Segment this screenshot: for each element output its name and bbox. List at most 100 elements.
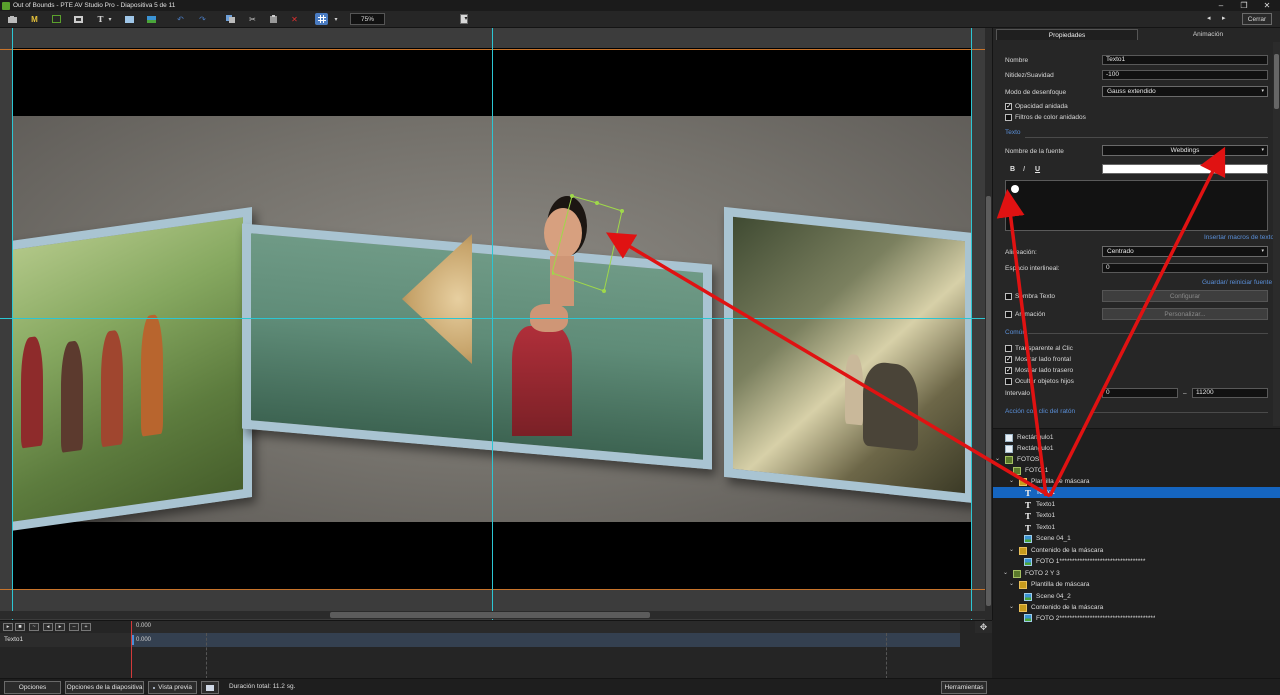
delete-icon[interactable]: ✕ bbox=[288, 13, 301, 25]
hide-children-label: Ocultar objetos hijos bbox=[1015, 378, 1074, 385]
move-icon[interactable]: ✥ bbox=[975, 621, 992, 633]
grid-dropdown-icon[interactable]: ▾ bbox=[332, 13, 340, 25]
grid-icon[interactable] bbox=[315, 13, 328, 25]
timeline-ruler[interactable] bbox=[131, 621, 960, 633]
text-dropdown-icon[interactable]: ▾ bbox=[106, 13, 114, 25]
canvas-horizontal-scrollbar[interactable] bbox=[0, 611, 985, 619]
slide-options-button[interactable]: Opciones de la diapositiva bbox=[65, 681, 144, 694]
tree-node[interactable]: ⌄ Contenido de la máscara bbox=[1009, 545, 1103, 556]
show-front-checkbox[interactable] bbox=[1005, 355, 1012, 363]
hide-children-checkbox[interactable] bbox=[1005, 378, 1012, 385]
text-shadow-checkbox[interactable] bbox=[1005, 293, 1012, 300]
frame-icon[interactable] bbox=[50, 13, 63, 25]
previous-slide-button[interactable]: ◂ bbox=[1207, 14, 1211, 22]
tree-node[interactable]: FOTO 1********************************** bbox=[1024, 556, 1145, 567]
text-content-input[interactable] bbox=[1005, 180, 1268, 231]
play-button[interactable]: ▸ bbox=[3, 623, 13, 631]
tree-node[interactable]: Scene 04_1 bbox=[1024, 533, 1071, 544]
guide-vertical-right[interactable] bbox=[971, 28, 972, 620]
tree-node[interactable]: ⌄ FOTO 1 bbox=[1003, 465, 1048, 476]
tree-node[interactable]: Scene 04_2 bbox=[1024, 591, 1071, 602]
tools-button[interactable]: Herramientas bbox=[941, 681, 987, 694]
nested-opacity-checkbox[interactable] bbox=[1005, 102, 1012, 110]
close-button[interactable]: Cerrar bbox=[1242, 13, 1272, 25]
waveform-button[interactable]: ~ bbox=[29, 623, 39, 631]
timeline-track[interactable] bbox=[131, 633, 960, 647]
stop-button[interactable]: ■ bbox=[15, 623, 25, 631]
tree-node[interactable]: ⌄ Plantilla de máscara bbox=[1009, 579, 1090, 590]
interval-end-input[interactable]: 11200 bbox=[1192, 388, 1268, 398]
step-forward-button[interactable]: ▸ bbox=[55, 623, 65, 631]
camera-icon[interactable] bbox=[6, 13, 19, 25]
underline-button[interactable]: U bbox=[1035, 166, 1040, 173]
customize-button[interactable]: Personalizar... bbox=[1102, 308, 1268, 320]
redo-icon[interactable]: ↷ bbox=[196, 13, 209, 25]
tree-node[interactable]: Rectángulo1 bbox=[1005, 432, 1054, 443]
mask-icon[interactable]: M bbox=[28, 13, 41, 25]
tab-animation[interactable]: Animación bbox=[1138, 29, 1278, 40]
interval-start-input[interactable]: 0 bbox=[1102, 388, 1178, 398]
font-name-select[interactable]: Webdings ▾ bbox=[1102, 145, 1268, 156]
alignment-select[interactable]: Centrado ▾ bbox=[1102, 246, 1268, 257]
name-input[interactable]: Texto1 bbox=[1102, 55, 1268, 65]
slide-canvas[interactable] bbox=[0, 28, 992, 620]
chevron-down-icon: ▾ bbox=[1261, 248, 1264, 254]
rectangle-icon[interactable] bbox=[123, 13, 136, 25]
common-section-title: Común bbox=[1005, 329, 1026, 336]
tree-node[interactable]: Rectángulo1 bbox=[1005, 443, 1054, 454]
nested-color-filters-checkbox[interactable] bbox=[1005, 114, 1012, 121]
zoom-in-button[interactable]: + bbox=[81, 623, 91, 631]
next-slide-button[interactable]: ▸ bbox=[1222, 14, 1226, 22]
maximize-button[interactable]: ❐ bbox=[1233, 0, 1255, 11]
tree-node[interactable]: FOTO 2**********************************… bbox=[1024, 614, 1155, 622]
photo-frame-right[interactable] bbox=[724, 206, 972, 504]
selection-handles[interactable] bbox=[552, 191, 652, 301]
sharpness-input[interactable]: -100 bbox=[1102, 70, 1268, 80]
step-back-button[interactable]: ◂ bbox=[43, 623, 53, 631]
options-button[interactable]: Opciones bbox=[4, 681, 61, 694]
track-label[interactable]: Texto1 bbox=[0, 633, 131, 647]
tree-node[interactable]: ⌄ Plantilla de máscara bbox=[1009, 476, 1090, 487]
paste-icon[interactable] bbox=[267, 13, 280, 25]
save-reset-font-link[interactable]: Guardar/ reiniciar fuente bbox=[1202, 279, 1272, 286]
guide-horizontal-center[interactable] bbox=[0, 318, 992, 319]
text-icon: T bbox=[1025, 499, 1031, 510]
copy-icon[interactable] bbox=[224, 13, 237, 25]
insert-text-macros-link[interactable]: Insertar macros de texto bbox=[1204, 234, 1274, 241]
guide-vertical-left[interactable] bbox=[12, 28, 13, 620]
line-spacing-input[interactable]: 0 bbox=[1102, 263, 1268, 273]
tab-properties[interactable]: Propiedades bbox=[996, 29, 1138, 40]
tree-node[interactable]: ⌄ Contenido de la máscara bbox=[1009, 602, 1103, 613]
image-icon[interactable] bbox=[72, 13, 85, 25]
bold-button[interactable]: B bbox=[1010, 166, 1015, 173]
click-through-checkbox[interactable] bbox=[1005, 345, 1012, 352]
timeline-cursor[interactable] bbox=[131, 621, 132, 679]
canvas-vertical-scrollbar[interactable] bbox=[985, 28, 992, 620]
zoom-out-button[interactable]: – bbox=[69, 623, 79, 631]
configure-button[interactable]: Configurar bbox=[1102, 290, 1268, 302]
photo-frame-left[interactable] bbox=[12, 207, 252, 535]
zoom-value: 75% bbox=[360, 15, 374, 23]
tree-node[interactable]: T Texto1 bbox=[1024, 522, 1055, 533]
fullscreen-preview-button[interactable] bbox=[201, 681, 219, 694]
tree-node[interactable]: ⌄ FOTOS bbox=[995, 454, 1039, 465]
preview-button[interactable]: Vista previa bbox=[148, 681, 197, 694]
tree-node[interactable]: T Texto1 bbox=[1024, 499, 1055, 510]
window-close-button[interactable]: ✕ bbox=[1256, 0, 1278, 11]
photo-icon[interactable] bbox=[145, 13, 158, 25]
tree-node-selected[interactable]: T Texto1 bbox=[993, 487, 1280, 498]
guide-vertical-center[interactable] bbox=[492, 28, 493, 620]
italic-button[interactable]: I bbox=[1023, 166, 1025, 173]
animation-checkbox[interactable] bbox=[1005, 311, 1012, 318]
zoom-select[interactable]: 75% ▾ bbox=[350, 13, 468, 25]
blur-mode-select[interactable]: Gauss extendido ▾ bbox=[1102, 86, 1268, 97]
show-back-checkbox[interactable] bbox=[1005, 366, 1012, 374]
properties-scrollbar[interactable] bbox=[1273, 42, 1280, 426]
cut-icon[interactable]: ✂ bbox=[246, 13, 259, 25]
tree-node[interactable]: T Texto1 bbox=[1024, 510, 1055, 521]
text-color-swatch[interactable] bbox=[1102, 164, 1268, 174]
tree-node[interactable]: ⌄ FOTO 2 Y 3 bbox=[1003, 568, 1060, 579]
undo-icon[interactable]: ↶ bbox=[174, 13, 187, 25]
text-shadow-label: Sombra Texto bbox=[1015, 293, 1055, 300]
minimize-button[interactable]: – bbox=[1210, 0, 1232, 11]
